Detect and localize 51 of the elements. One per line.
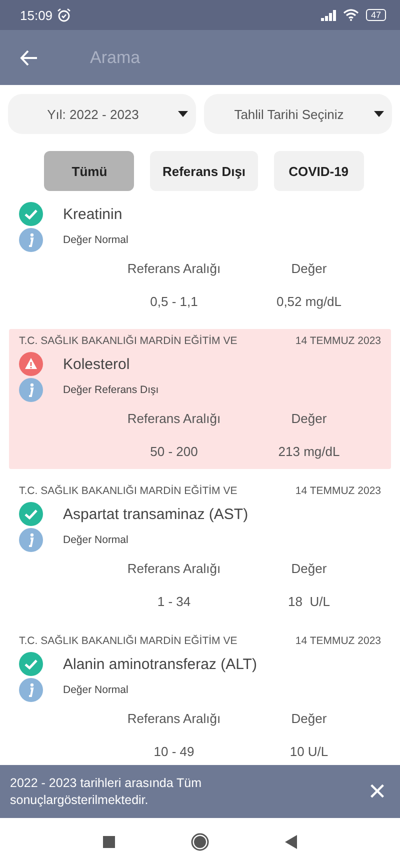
info-icon[interactable] <box>19 378 43 402</box>
reference-range: 1 - 34 <box>156 594 192 609</box>
hospital-name: T.C. SAĞLIK BAKANLIĞI MARDİN EĞİTİM VE <box>19 635 238 647</box>
column-label: Değer <box>290 561 328 576</box>
info-icon[interactable] <box>19 528 43 552</box>
column-label: Referans Aralığı <box>126 261 222 276</box>
reference-range: 0,5 - 1,1 <box>149 294 199 309</box>
result-value: 10 U/L <box>288 744 330 759</box>
test-name: Kolesterol <box>63 356 130 372</box>
filter-chip[interactable]: Tümü <box>44 151 134 191</box>
close-button[interactable]: × <box>364 776 390 806</box>
status-text: Değer Normal <box>63 534 128 546</box>
test-name: Alanin aminotransferaz (ALT) <box>63 656 257 672</box>
column-label: Değer <box>290 261 328 276</box>
status-text: Değer Normal <box>63 684 128 696</box>
test-date: 14 TEMMUZ 2023 <box>295 485 381 497</box>
status-text: Değer Referans Dışı <box>63 384 159 396</box>
test-date: 14 TEMMUZ 2023 <box>295 335 381 347</box>
result-value: 213 mg/dL <box>277 444 341 459</box>
status-time: 15:09 <box>20 8 53 22</box>
info-icon[interactable] <box>19 678 43 702</box>
column-label: Referans Aralığı <box>126 561 222 576</box>
column-label: Değer <box>290 411 328 426</box>
alarm-icon <box>56 8 71 22</box>
signal-icon <box>320 10 339 20</box>
reference-range: 10 - 49 <box>152 744 196 759</box>
back-icon[interactable] <box>285 835 297 849</box>
test-name: Kreatinin <box>63 206 122 222</box>
result-value: 18 U/L <box>287 594 331 609</box>
hospital-name: T.C. SAĞLIK BAKANLIĞI MARDİN EĞİTİM VE <box>19 485 238 497</box>
info-icon[interactable] <box>19 228 43 252</box>
wifi-icon <box>342 9 359 21</box>
column-label: Referans Aralığı <box>126 411 222 426</box>
status-text: Değer Normal <box>63 234 128 246</box>
test-date: 14 TEMMUZ 2023 <box>295 635 381 647</box>
result-value: 0,52 mg/dL <box>275 294 343 309</box>
caret-icon <box>374 111 384 117</box>
test-name: Aspartat transaminaz (AST) <box>63 506 248 522</box>
snackbar-message: 2022 - 2023 tarihleri arasında Tüm sonuçlargösterilmektedir. <box>10 775 203 808</box>
dropdown[interactable]: Tahlil Tarihi Seçiniz <box>204 94 392 134</box>
dropdown[interactable]: Yıl: 2022 - 2023 <box>8 94 196 134</box>
filter-chip[interactable]: Referans Dışı <box>150 151 258 191</box>
column-label: Referans Aralığı <box>126 711 222 726</box>
home-icon[interactable] <box>191 833 209 851</box>
reference-range: 50 - 200 <box>149 444 199 459</box>
hospital-name: T.C. SAĞLIK BAKANLIĞI MARDİN EĞİTİM VE <box>19 335 238 347</box>
caret-icon <box>178 111 188 117</box>
battery-indicator: 47 <box>366 9 386 21</box>
back-arrow-icon[interactable] <box>20 50 38 66</box>
filter-chip[interactable]: COVID-19 <box>274 151 364 191</box>
column-label: Değer <box>290 711 328 726</box>
